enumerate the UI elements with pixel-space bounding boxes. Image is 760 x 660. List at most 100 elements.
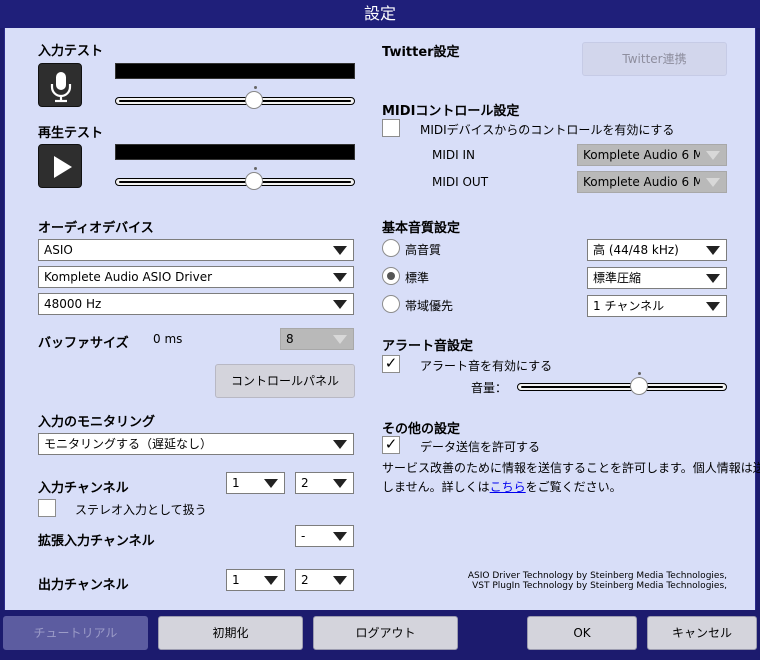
playback-test-button[interactable] <box>38 144 82 188</box>
chevron-down-icon <box>700 145 726 165</box>
quality-standard-value: 標準圧縮 <box>593 271 642 285</box>
input-channel-label: 入力チャンネル <box>38 481 129 496</box>
midi-in-select[interactable]: Komplete Audio 6 M <box>577 144 727 166</box>
twitter-settings-label: Twitter設定 <box>382 45 460 60</box>
extended-input-select[interactable]: - <box>295 525 354 547</box>
slider-track <box>115 178 355 186</box>
settings-panel <box>4 28 756 610</box>
ok-button[interactable]: OK <box>527 616 637 650</box>
quality-standard-label: 標準 <box>405 271 430 285</box>
chevron-down-icon <box>258 473 284 493</box>
quality-high-label: 高音質 <box>405 243 442 257</box>
input-volume-slider[interactable] <box>115 86 355 109</box>
chevron-down-icon <box>700 268 726 288</box>
check-icon: ✓ <box>384 435 398 453</box>
playback-volume-slider[interactable] <box>115 167 355 190</box>
sample-rate-value: 48000 Hz <box>44 297 102 311</box>
driver-value: Komplete Audio ASIO Driver <box>44 270 213 284</box>
quality-high-select[interactable]: 高 (44/48 kHz) <box>587 239 727 261</box>
alert-enable-checkbox[interactable]: ✓ <box>382 354 400 373</box>
credits: ASIO Driver Technology by Steinberg Medi… <box>400 571 727 591</box>
driver-select[interactable]: Komplete Audio ASIO Driver <box>38 266 354 288</box>
playback-level-meter <box>115 144 355 160</box>
input-channel-2-select[interactable]: 2 <box>295 472 354 494</box>
slider-center-mark <box>254 86 257 89</box>
playback-test-label: 再生テスト <box>38 126 104 141</box>
input-test-label: 入力テスト <box>38 44 104 59</box>
chevron-down-icon <box>327 267 353 287</box>
slider-track <box>517 383 727 391</box>
slider-track <box>115 97 355 105</box>
description-text-a: しません。詳しくは <box>382 480 490 494</box>
chevron-down-icon <box>327 473 353 493</box>
midi-enable-checkbox[interactable] <box>382 119 400 137</box>
quality-bandwidth-radio[interactable] <box>382 295 400 313</box>
slider-center-mark <box>254 167 257 170</box>
quality-bandwidth-value: 1 チャンネル <box>593 299 665 313</box>
input-test-button[interactable] <box>38 63 82 107</box>
quality-settings-label: 基本音質設定 <box>382 221 461 236</box>
midi-out-select[interactable]: Komplete Audio 6 M <box>577 171 727 193</box>
description-text-b: をご覧ください。 <box>525 480 622 494</box>
chevron-down-icon <box>327 570 353 590</box>
chevron-down-icon <box>327 526 353 546</box>
output-channel-2-select[interactable]: 2 <box>295 569 354 591</box>
microphone-icon <box>50 72 72 103</box>
alert-volume-label: 音量： <box>471 381 508 395</box>
slider-center-mark <box>638 372 641 375</box>
logout-button[interactable]: ログアウト <box>313 616 458 650</box>
reset-button[interactable]: 初期化 <box>158 616 303 650</box>
slider-knob[interactable] <box>245 172 264 190</box>
quality-standard-radio[interactable] <box>382 267 400 285</box>
chevron-down-icon <box>258 570 284 590</box>
buffer-size-select[interactable]: 8 <box>280 328 354 350</box>
chevron-down-icon <box>700 240 726 260</box>
input-channel-2-value: 2 <box>301 476 309 490</box>
midi-out-label: MIDI OUT <box>432 175 489 189</box>
description-line-2: しません。詳しくはこちらをご覧ください。 <box>382 478 732 495</box>
stereo-input-checkbox[interactable] <box>38 499 56 517</box>
description-line-1: サービス改善のために情報を送信することを許可します。個人情報は送信 <box>382 461 760 475</box>
monitoring-value: モニタリングする（遅延なし） <box>44 437 213 451</box>
midi-settings-label: MIDIコントロール設定 <box>382 104 520 119</box>
quality-high-radio[interactable] <box>382 239 400 257</box>
credits-vst: VST PlugIn Technology by Steinberg Media… <box>472 581 727 591</box>
chevron-down-icon <box>327 434 353 454</box>
monitoring-select[interactable]: モニタリングする（遅延なし） <box>38 433 354 455</box>
output-channel-2-value: 2 <box>301 573 309 587</box>
midi-in-value: Komplete Audio 6 M <box>583 148 704 162</box>
driver-type-value: ASIO <box>44 243 73 257</box>
extended-input-value: - <box>301 529 306 543</box>
input-level-meter <box>115 63 355 79</box>
alert-settings-label: アラート音設定 <box>382 339 474 354</box>
alert-enable-label: アラート音を有効にする <box>420 359 553 373</box>
alert-volume-slider[interactable] <box>517 372 727 395</box>
chevron-down-icon <box>700 296 726 316</box>
buffer-size-value: 8 <box>286 332 294 346</box>
control-panel-button[interactable]: コントロールパネル <box>215 364 355 398</box>
output-channel-label: 出力チャンネル <box>38 578 129 593</box>
quality-bandwidth-select[interactable]: 1 チャンネル <box>587 295 727 317</box>
buffer-size-label: バッファサイズ <box>38 336 129 351</box>
slider-knob[interactable] <box>245 91 264 109</box>
audio-device-label: オーディオデバイス <box>38 221 154 236</box>
sample-rate-select[interactable]: 48000 Hz <box>38 293 354 315</box>
midi-in-label: MIDI IN <box>432 148 476 162</box>
extended-input-label: 拡張入力チャンネル <box>38 534 155 549</box>
quality-standard-select[interactable]: 標準圧縮 <box>587 267 727 289</box>
chevron-down-icon <box>700 172 726 192</box>
quality-bandwidth-label: 帯域優先 <box>405 299 454 313</box>
details-link[interactable]: こちら <box>490 480 526 494</box>
slider-knob[interactable] <box>629 377 648 395</box>
data-send-label: データ送信を許可する <box>420 440 541 454</box>
chevron-down-icon <box>327 240 353 260</box>
play-icon <box>54 156 72 178</box>
driver-type-select[interactable]: ASIO <box>38 239 354 261</box>
data-send-checkbox[interactable]: ✓ <box>382 435 400 454</box>
twitter-link-button[interactable]: Twitter連携 <box>582 42 727 76</box>
output-channel-1-select[interactable]: 1 <box>226 569 285 591</box>
cancel-button[interactable]: キャンセル <box>647 616 757 650</box>
radio-selected-dot <box>387 272 395 280</box>
input-channel-1-select[interactable]: 1 <box>226 472 285 494</box>
tutorial-button[interactable]: チュートリアル <box>3 616 148 650</box>
